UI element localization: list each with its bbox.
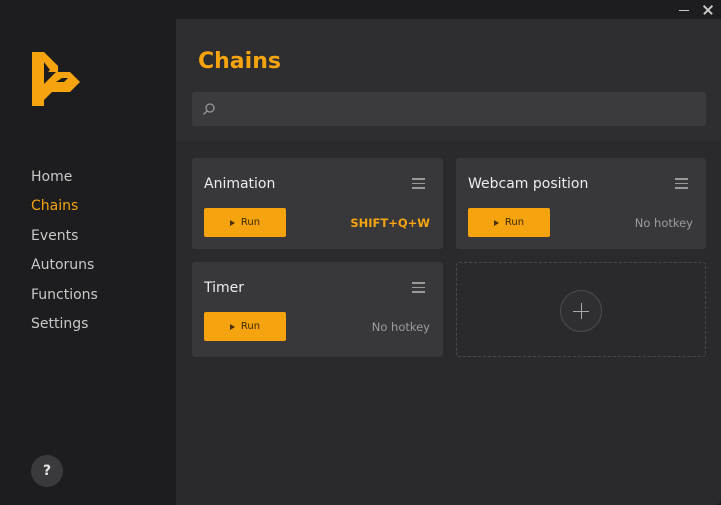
app-logo-icon <box>32 52 80 106</box>
hotkey-label: SHIFT+Q+W <box>350 216 430 230</box>
play-icon <box>493 219 499 226</box>
chain-card[interactable]: Timer Run No hotkey <box>192 262 443 357</box>
sidebar-item-settings[interactable]: Settings <box>31 313 98 342</box>
run-button-label: Run <box>504 217 525 228</box>
main-content: Chains Animation Run SHIFT+Q+W Webcam po… <box>176 19 721 505</box>
help-button[interactable]: ? <box>31 455 63 487</box>
search-input[interactable] <box>224 101 704 117</box>
window-controls <box>669 0 721 19</box>
sidebar-item-autoruns[interactable]: Autoruns <box>31 254 98 283</box>
page-title: Chains <box>198 49 281 74</box>
run-button-label: Run <box>240 321 261 332</box>
sidebar-item-home[interactable]: Home <box>31 166 98 195</box>
sidebar: Home Chains Events Autoruns Functions Se… <box>0 0 176 505</box>
menu-icon[interactable] <box>675 178 688 189</box>
menu-icon[interactable] <box>412 282 425 293</box>
minimize-icon[interactable] <box>677 3 691 17</box>
chain-card-title: Animation <box>204 176 276 192</box>
page-header: Chains <box>176 19 721 141</box>
play-icon <box>229 323 235 330</box>
app-window: Home Chains Events Autoruns Functions Se… <box>0 0 721 505</box>
sidebar-item-events[interactable]: Events <box>31 225 98 254</box>
sidebar-item-chains[interactable]: Chains <box>31 195 98 224</box>
chain-card-title: Timer <box>204 280 245 296</box>
plus-icon[interactable] <box>560 290 602 332</box>
play-icon <box>229 219 235 226</box>
close-icon[interactable] <box>701 3 715 17</box>
sidebar-item-functions[interactable]: Functions <box>31 284 98 313</box>
run-button[interactable]: Run <box>204 312 286 341</box>
chain-card-title: Webcam position <box>468 176 589 192</box>
hotkey-label: No hotkey <box>634 216 693 230</box>
chain-card[interactable]: Animation Run SHIFT+Q+W <box>192 158 443 249</box>
menu-icon[interactable] <box>412 178 425 189</box>
add-chain-button[interactable] <box>456 262 706 357</box>
search-icon <box>203 103 215 115</box>
chain-card[interactable]: Webcam position Run No hotkey <box>456 158 706 249</box>
run-button[interactable]: Run <box>468 208 550 237</box>
run-button-label: Run <box>240 217 261 228</box>
hotkey-label: No hotkey <box>371 320 430 334</box>
search-bar[interactable] <box>192 92 706 126</box>
run-button[interactable]: Run <box>204 208 286 237</box>
sidebar-nav: Home Chains Events Autoruns Functions Se… <box>31 166 98 342</box>
